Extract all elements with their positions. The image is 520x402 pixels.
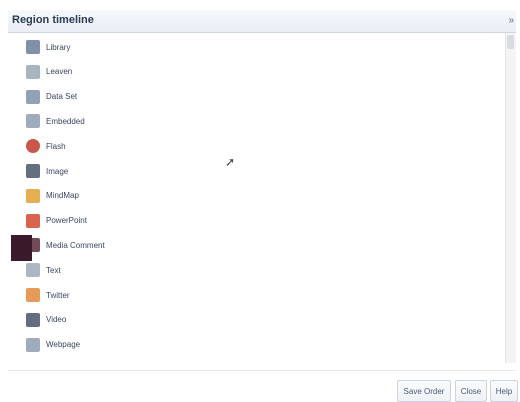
list-item-label: Twitter [46,290,70,300]
video-icon [26,312,40,327]
mouse-cursor-icon: ➚ [225,155,236,169]
list-item-label: Media Comment [46,240,105,250]
list-item[interactable]: MindMap [26,186,79,206]
list-item-label: Embedded [46,116,85,126]
list-item[interactable]: Media Comment [26,235,105,255]
list-item[interactable]: Flash [26,136,66,156]
list-item[interactable]: Video [26,310,66,330]
list-item[interactable]: Text [26,260,61,280]
close-button[interactable]: Close [455,380,487,402]
embedded-icon [26,114,40,129]
dialog-titlebar: Region timeline » [8,10,516,33]
list-item[interactable]: Twitter [26,285,70,305]
leaven-icon [26,64,40,79]
image-icon [26,164,40,178]
list-item[interactable]: Leaven [26,62,72,82]
list-item-label: Webpage [46,340,81,350]
flash-icon [26,139,40,154]
list-item-label: Image [46,166,69,176]
webpage-icon [26,337,40,352]
twitter-icon [26,288,40,302]
list-item-label: Leaven [46,67,73,77]
list-item-label: Video [46,315,67,325]
list-item[interactable]: Image [26,161,68,181]
dialog-footer: Save Order Close Help [8,370,518,402]
list-item[interactable]: Embedded [26,111,85,131]
help-button[interactable]: Help [490,380,518,402]
text-icon [26,263,40,278]
dialog-title: Region timeline [12,14,94,26]
region-timeline-dialog: Region timeline » Library Leaven Data Set E… [0,0,520,402]
list-item[interactable]: PowerPoint [26,211,87,231]
list-item-label: Text [46,265,61,275]
list-item[interactable]: Webpage [26,335,80,355]
close-icon[interactable]: » [508,15,514,26]
list-item-label: Flash [46,141,66,151]
data-set-icon [26,89,40,104]
powerpoint-icon [26,213,40,228]
list-item-label: PowerPoint [46,216,87,226]
list-item[interactable]: Data Set [26,87,77,107]
media-comment-thumbnail [11,235,32,261]
mindmap-icon [26,188,40,203]
save-order-button[interactable]: Save Order [397,380,451,402]
library-icon [26,40,40,54]
list-item-label: Library [46,42,71,52]
scrollbar-thumb[interactable] [507,35,514,49]
list-item[interactable]: Library [26,37,70,57]
component-list: Library Leaven Data Set Embedded Flash Image M… [8,33,502,363]
list-scrollbar[interactable] [505,33,516,363]
list-item-label: MindMap [46,191,79,201]
list-item-label: Data Set [46,92,78,102]
